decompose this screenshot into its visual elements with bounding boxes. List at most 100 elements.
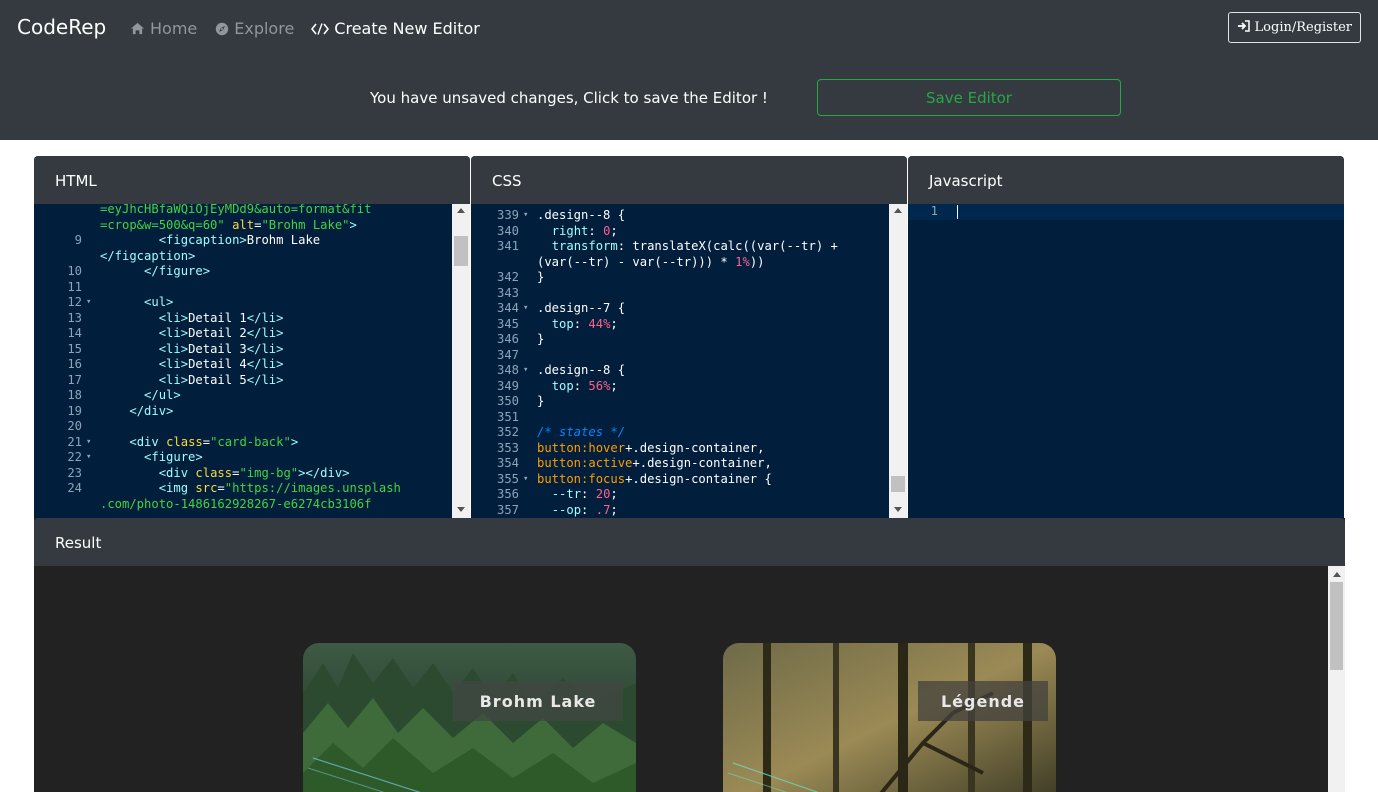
save-editor-button[interactable]: Save Editor [817,79,1121,116]
code-line[interactable]: 350} [471,394,907,410]
login-register-button[interactable]: Login/Register [1227,12,1361,43]
scroll-up-icon[interactable] [894,208,902,213]
line-number: 353 [496,440,519,455]
nav-create-editor-link[interactable]: Create New Editor [311,19,480,38]
code-token: .7 [595,502,611,517]
code-line[interactable]: 353 button:hover+.design-container, [471,441,907,457]
code-text: <li>Detail 2</li> [100,326,284,342]
code-line[interactable]: 339 ▾ .design--8 { [471,208,907,224]
line-number: 1 [930,204,938,218]
code-text: </figure> [100,264,210,280]
code-line[interactable]: 348 ▾ .design--8 { [471,363,907,379]
code-line[interactable]: 354 button:active+.design-container, [471,456,907,472]
scrollbar-thumb[interactable] [891,476,905,492]
code-line[interactable]: 342} [471,270,907,286]
code-line[interactable]: 22 ▾ <figure> [34,450,470,466]
code-line[interactable]: 19 </div> [34,404,470,420]
result-scrollbar[interactable] [1328,566,1345,792]
nav-home-link[interactable]: Home [130,19,197,38]
code-line[interactable]: 349 top: 56%; [471,379,907,395]
code-line[interactable]: 340 right: 0; [471,224,907,240]
code-token: Detail 1 [188,310,247,325]
code-line[interactable]: =crop&w=500&q=60" alt="Brohm Lake"> [34,218,470,234]
code-token: (var(--tr) - var(--tr))) * [537,254,736,269]
code-line[interactable]: (var(--tr) - var(--tr))) * 1%)) [471,255,907,271]
preview-card-woods[interactable]: Légende [723,643,1056,792]
code-text: </figcaption> [100,249,195,265]
scrollbar-thumb[interactable] [454,236,468,266]
fold-arrow-icon[interactable]: ▾ [523,301,528,317]
line-number: 17 [67,372,82,387]
code-line[interactable]: 356 --tr: 20; [471,487,907,503]
css-code-editor[interactable]: 339 ▾ .design--8 {340 right: 0; 341 transfo… [471,204,907,518]
scroll-up-icon[interactable] [457,208,465,213]
code-line[interactable]: 347 [471,348,907,364]
sign-in-icon [1237,19,1251,36]
code-text: right: 0; [537,224,618,240]
code-token: .com/photo-1486162928267-e6274cb3106f [100,496,372,511]
code-line[interactable]: 345 top: 44%; [471,317,907,333]
fold-arrow-icon[interactable]: ▾ [86,450,91,466]
code-line[interactable]: 341 transform: translateX(calc((var(--tr… [471,239,907,255]
nav-explore-link[interactable]: Explore [214,19,294,38]
code-line[interactable]: 343 [471,286,907,302]
home-icon [130,21,145,36]
scroll-down-icon[interactable] [457,507,465,512]
code-line[interactable]: 14 <li>Detail 2</li> [34,326,470,342]
code-token: </li> [246,372,284,387]
preview-card-forest[interactable]: Brohm Lake [303,643,636,792]
code-line[interactable]: 12 ▾ <ul> [34,295,470,311]
code-line[interactable]: 351 [471,410,907,426]
code-line[interactable]: 346} [471,332,907,348]
scrollbar-thumb[interactable] [1330,582,1343,670]
code-line[interactable]: 352 /* states */ [471,425,907,441]
scroll-up-icon[interactable] [1333,572,1341,577]
code-line[interactable]: 357 --op: .7; [471,503,907,519]
fold-arrow-icon[interactable]: ▾ [86,295,91,311]
code-line[interactable]: 20 [34,419,470,435]
code-token: : [573,316,589,331]
code-line[interactable]: 23 <div class="img-bg"></div> [34,466,470,482]
code-line[interactable]: .com/photo-1486162928267-e6274cb3106f [34,497,470,513]
code-line[interactable]: 15 <li>Detail 3</li> [34,342,470,358]
code-token: class [166,434,203,449]
brand-logo[interactable]: CodeRep [17,15,106,39]
scroll-down-icon[interactable] [894,507,902,512]
code-text: <figcaption>Brohm Lake [100,233,320,249]
code-line[interactable]: 10 </figure> [34,264,470,280]
fold-arrow-icon[interactable]: ▾ [523,472,528,488]
code-line[interactable]: 17 <li>Detail 5</li> [34,373,470,389]
code-text: top: 44%; [537,317,618,333]
code-token: ; [610,378,618,393]
code-token: button:active [537,456,633,470]
fold-arrow-icon[interactable]: ▾ [86,435,91,451]
code-line[interactable]: =eyJhcHBfaWQiOjEyMDd9&auto=format&fit [34,204,470,218]
result-preview[interactable]: Brohm Lake Légende [34,566,1345,792]
fold-arrow-icon[interactable]: ▾ [523,208,528,224]
code-text: button:focus+.design-container { [537,472,772,488]
code-line[interactable]: </figcaption> [34,249,470,265]
code-token: > [290,434,299,449]
code-line[interactable]: 24 <img src="https://images.unsplash [34,481,470,497]
css-editor-scrollbar[interactable] [889,204,907,518]
html-code-editor[interactable]: =eyJhcHBfaWQiOjEyMDd9&auto=format&fit =cr… [34,204,470,518]
js-code-editor[interactable]: 1 [908,204,1344,518]
code-line[interactable]: 1 [908,204,1344,220]
code-line[interactable]: 16 <li>Detail 4</li> [34,357,470,373]
code-line[interactable]: 355 ▾ button:focus+.design-container { [471,472,907,488]
code-line[interactable]: 18 </ul> [34,388,470,404]
html-editor-scrollbar[interactable] [452,204,470,518]
code-text: } [537,332,544,348]
code-line[interactable]: 9 <figcaption>Brohm Lake [34,233,470,249]
fold-arrow-icon[interactable]: ▾ [523,363,528,379]
code-line[interactable]: 11 [34,280,470,296]
code-line[interactable]: 21 ▾ <div class="card-back"> [34,435,470,451]
code-line[interactable]: 344 ▾ .design--7 { [471,301,907,317]
code-line[interactable]: 13 <li>Detail 1</li> [34,311,470,327]
code-text: button:hover+.design-container, [537,441,764,457]
